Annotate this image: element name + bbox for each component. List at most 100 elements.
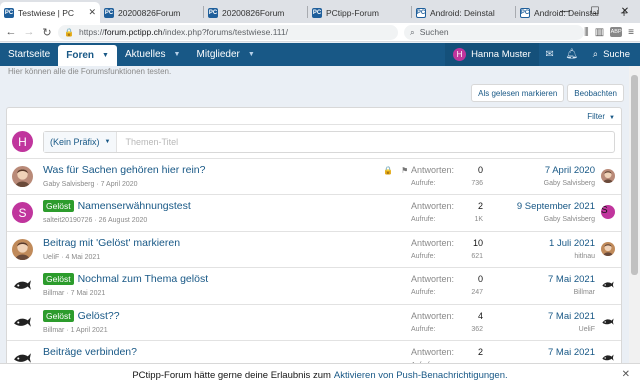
replies-stat: Antworten: 4	[411, 311, 483, 321]
sidebar-icon[interactable]: ▥	[595, 27, 604, 38]
nav-search-button[interactable]: ⌕ Suche	[583, 43, 640, 66]
browser-tab-bar: PC Testwiese | PC ✕ PC 20200826Forum PC …	[0, 0, 640, 23]
last-post-date[interactable]: 7 April 2020	[545, 165, 595, 176]
nav-item-foren[interactable]: Foren ▼	[58, 45, 117, 66]
replies-stat: Antworten: 0	[411, 274, 483, 284]
browser-search-input[interactable]: ⌕ Suchen	[404, 24, 584, 40]
avatar[interactable]	[601, 241, 615, 256]
tab-label: 20200826Forum	[118, 7, 181, 18]
maximize-icon[interactable]: ☐	[580, 0, 610, 23]
thread-title[interactable]: Gelöst Namenserwähnungstest	[43, 200, 191, 213]
user-menu[interactable]: H Hanna Muster	[445, 43, 539, 66]
thread-meta: Billmar · 1 April 2021	[43, 326, 108, 334]
views-label: Aufrufe:	[411, 216, 436, 224]
thread-title[interactable]: Gelöst Gelöst??	[43, 309, 120, 322]
last-post-date[interactable]: 1 Juli 2021	[549, 238, 595, 249]
views-stat: Aufrufe: 362	[411, 326, 483, 333]
enable-push-link[interactable]: Aktivieren von Push-Benachrichtigungen.	[334, 370, 508, 381]
push-notification-banner: PCtipp-Forum hätte gerne deine Erlaubnis…	[0, 363, 640, 386]
address-bar[interactable]: 🔒 https://forum.pctipp.ch/index.php?foru…	[58, 24, 398, 40]
search-icon: ⌕	[410, 26, 415, 37]
fish-avatar-icon[interactable]	[601, 278, 615, 293]
filter-label: Filter	[587, 111, 606, 121]
last-post-user[interactable]: Gaby Salvisberg	[544, 216, 595, 223]
views-label: Aufrufe:	[411, 252, 436, 260]
browser-tab[interactable]: PC 20200826Forum	[100, 2, 203, 23]
prefix-select[interactable]: (Kein Präfix) ▼	[44, 131, 118, 152]
thread-row: S Gelöst Namenserwähnungstest salteit201907…	[7, 195, 621, 232]
forward-arrow-icon[interactable]: →	[22, 25, 36, 39]
close-icon[interactable]: ✕	[622, 369, 630, 380]
status-badge: Gelöst	[43, 273, 74, 286]
views-label: Aufrufe:	[411, 325, 436, 333]
thread-row: Was für Sachen gehören hier rein? Gaby Sa…	[7, 159, 621, 196]
last-post-date[interactable]: 7 Mai 2021	[548, 347, 595, 358]
tab-label: 20200826Forum	[222, 7, 285, 18]
adblock-extension-icon[interactable]: ABP	[610, 27, 623, 37]
library-icon[interactable]: ⫼	[584, 27, 589, 38]
last-post-date[interactable]: 7 Mai 2021	[548, 274, 595, 285]
avatar[interactable]	[12, 238, 33, 260]
browser-tab[interactable]: PC PCtipp-Forum	[308, 2, 411, 23]
chevron-down-icon[interactable]: ▼	[102, 52, 109, 59]
replies-count: 4	[477, 310, 483, 321]
url-domain: forum.pctipp.ch	[104, 27, 163, 37]
reload-icon[interactable]: ↻	[40, 25, 54, 39]
nav-item-startseite[interactable]: Startseite	[0, 43, 58, 66]
fish-avatar-icon[interactable]	[12, 311, 33, 333]
avatar: H	[12, 131, 33, 152]
thread-title[interactable]: Beitrag mit 'Gelöst' markieren	[43, 237, 180, 249]
menu-icon[interactable]: ≡	[628, 27, 634, 38]
close-window-icon[interactable]: ✕	[610, 0, 640, 23]
chevron-down-icon[interactable]: ▼	[248, 51, 255, 58]
close-tab-icon[interactable]: ✕	[88, 7, 96, 18]
browser-tab[interactable]: PC 20200826Forum	[204, 2, 307, 23]
avatar[interactable]	[601, 169, 615, 183]
filter-bar: Filter ▼	[7, 108, 621, 125]
thread-title[interactable]: Gelöst Nochmal zum Thema gelöst	[43, 273, 208, 286]
bell-icon[interactable]: 🔔︎	[561, 43, 583, 66]
android-favicon-icon: PC	[520, 7, 530, 18]
thread-title[interactable]: Was für Sachen gehören hier rein?	[43, 164, 205, 176]
forum-description: Hier können alle die Forumsfunktionen te…	[8, 67, 172, 76]
last-post-user[interactable]: UeliF	[579, 326, 595, 333]
views-stat: Aufrufe: 247	[411, 289, 483, 296]
mail-icon[interactable]: ✉	[539, 43, 561, 66]
avatar[interactable]: S	[601, 205, 615, 220]
new-thread-input[interactable]: (Kein Präfix) ▼ Themen-Titel	[43, 130, 615, 153]
last-post-user[interactable]: Billmar	[574, 289, 595, 296]
nav-item-aktuelles[interactable]: Aktuelles ▼	[117, 43, 189, 66]
pc-favicon-icon: PC	[104, 7, 114, 18]
pc-favicon-icon: PC	[312, 7, 322, 18]
back-arrow-icon[interactable]: ←	[4, 25, 18, 39]
avatar[interactable]: S	[12, 202, 33, 224]
browser-toolbar: ← → ↻ 🔒 https://forum.pctipp.ch/index.ph…	[0, 23, 640, 42]
status-badge: Gelöst	[43, 200, 74, 213]
thread-row: Gelöst Nochmal zum Thema gelöst Billmar · …	[7, 268, 621, 305]
avatar[interactable]	[12, 166, 33, 187]
minimize-icon[interactable]: —	[550, 0, 580, 23]
chevron-down-icon: ▼	[609, 114, 615, 121]
nav-search-label: Suche	[603, 49, 630, 60]
scrollbar-thumb[interactable]	[631, 75, 638, 275]
chevron-down-icon[interactable]: ▼	[174, 51, 181, 58]
thread-title[interactable]: Beiträge verbinden?	[43, 346, 137, 358]
nav-item-mitglieder[interactable]: Mitglieder ▼	[188, 43, 262, 66]
last-post-user[interactable]: Gaby Salvisberg	[544, 180, 595, 187]
views-count: 247	[471, 289, 483, 297]
last-post-user[interactable]: hitlnau	[574, 253, 595, 260]
chevron-down-icon: ▼	[104, 138, 111, 145]
thread-meta: UeliF · 4 Mai 2021	[43, 253, 101, 261]
last-post-date[interactable]: 9 September 2021	[517, 201, 595, 212]
watch-button[interactable]: Beobachten	[567, 84, 624, 102]
filter-button[interactable]: Filter ▼	[587, 112, 615, 121]
views-stat: Aufrufe: 736	[411, 180, 483, 187]
browser-tab[interactable]: PC Testwiese | PC ✕	[0, 2, 100, 23]
views-stat: Aufrufe: 621	[411, 253, 483, 260]
nav-label: Aktuelles	[124, 49, 166, 60]
last-post-date[interactable]: 7 Mai 2021	[548, 311, 595, 322]
fish-avatar-icon[interactable]	[12, 275, 33, 297]
mark-read-button[interactable]: Als gelesen markieren	[471, 84, 565, 102]
browser-tab[interactable]: PC Android: Deinstal	[412, 2, 515, 23]
fish-avatar-icon[interactable]	[601, 314, 615, 329]
